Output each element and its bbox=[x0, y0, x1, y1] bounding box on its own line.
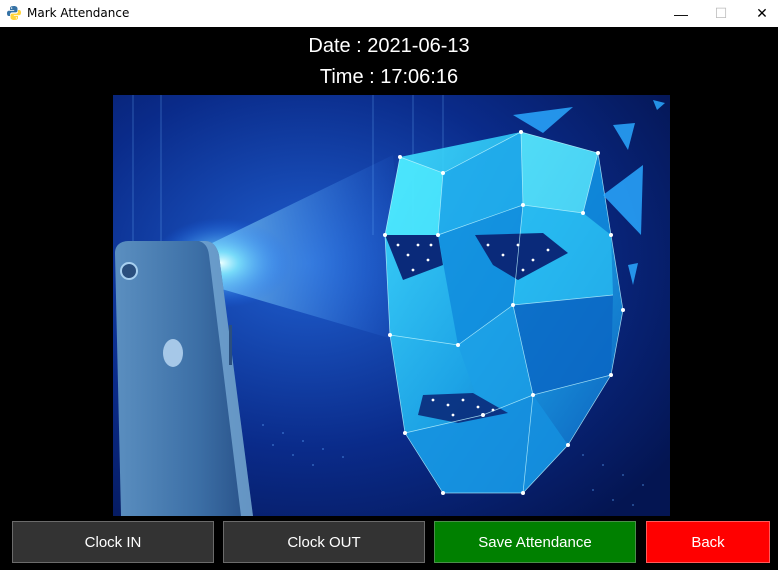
date-label: Date : 2021-06-13 bbox=[308, 35, 470, 57]
python-icon bbox=[7, 6, 21, 20]
save-attendance-button[interactable]: Save Attendance bbox=[434, 521, 636, 563]
time-label: Time : 17:06:16 bbox=[319, 66, 459, 88]
maximize-button[interactable]: ☐ bbox=[698, 0, 744, 27]
face-recognition-image bbox=[113, 95, 670, 516]
back-button[interactable]: Back bbox=[646, 521, 770, 563]
face-scan-illustration bbox=[113, 95, 670, 516]
window-title: Mark Attendance bbox=[27, 6, 130, 20]
app-window: Mark Attendance — ☐ ✕ Date : 2021-06-13 … bbox=[0, 0, 778, 570]
close-button[interactable]: ✕ bbox=[739, 0, 778, 27]
title-bar[interactable]: Mark Attendance — ☐ ✕ bbox=[0, 0, 778, 27]
clock-out-button[interactable]: Clock OUT bbox=[223, 521, 425, 563]
clock-in-button[interactable]: Clock IN bbox=[12, 521, 214, 563]
